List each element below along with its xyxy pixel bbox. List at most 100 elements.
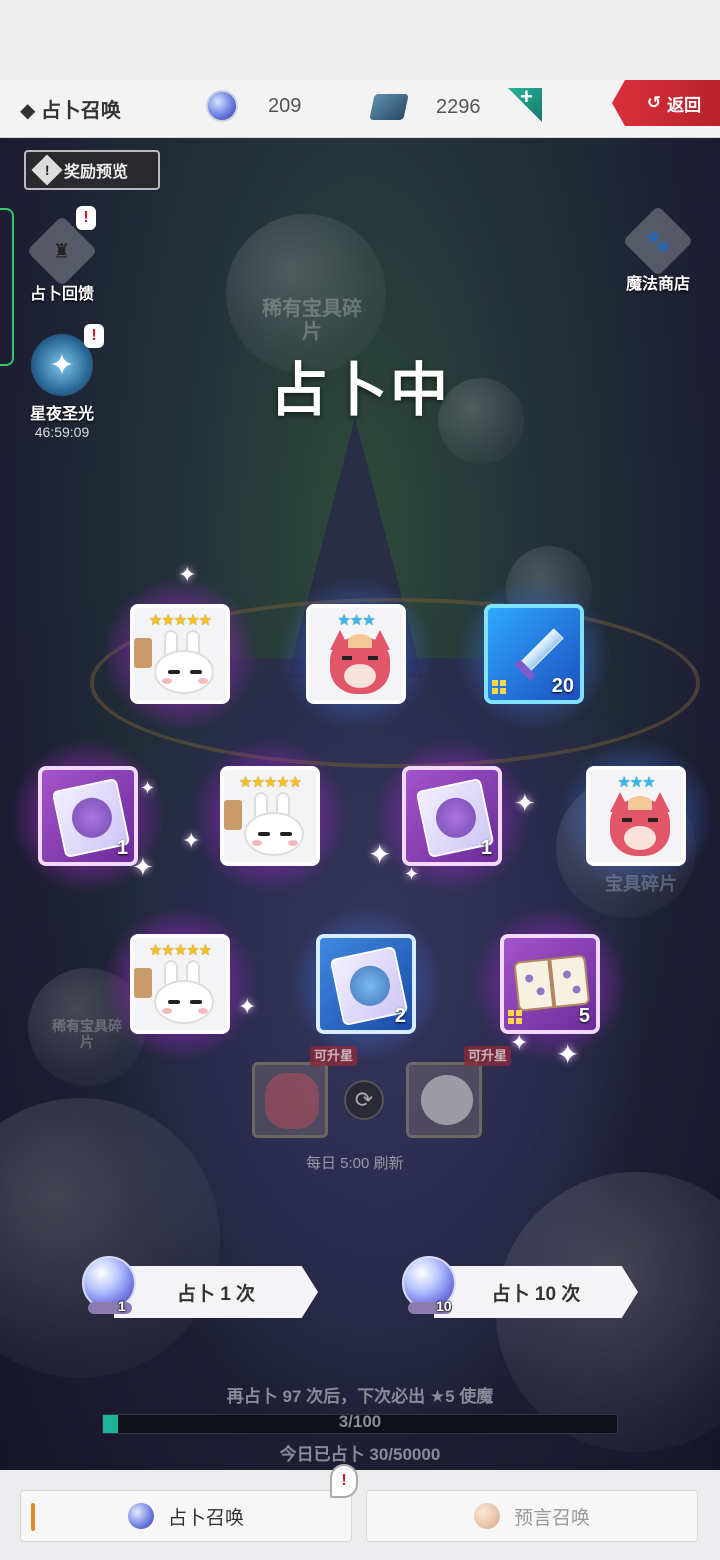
status-bar-area xyxy=(0,0,720,80)
sparkle-icon: ✦ xyxy=(182,828,201,853)
item-quantity: 2 xyxy=(394,1005,406,1027)
star-rating: ★★★★★ xyxy=(238,774,302,791)
draw-once-cost: 1 xyxy=(118,1298,126,1314)
orb-resource: 209 xyxy=(206,90,301,122)
upgrade-star-tag: 可升星 xyxy=(310,1046,358,1066)
card-frame: ★★★★★ xyxy=(220,766,320,866)
tab-prophecy-summon[interactable]: 预言召唤 xyxy=(366,1490,698,1542)
sparkle-icon: ✦ xyxy=(404,864,420,884)
draw-ten-button[interactable]: 占卜 10 次 xyxy=(434,1266,638,1318)
orb-count: 209 xyxy=(268,94,302,117)
tab-divination-summon[interactable]: 占卜召唤 xyxy=(20,1490,352,1542)
card-frame: ★★★★★ xyxy=(130,934,230,1034)
draw-ten-cost: 10 xyxy=(436,1298,452,1314)
tab-label: 预言召唤 xyxy=(513,1507,590,1529)
gem-resource: 2296 xyxy=(369,94,481,120)
sparkle-icon: ✦ xyxy=(132,852,154,882)
refresh-time-text: 每日 5:00 刷新 xyxy=(306,1155,404,1172)
item-quantity: 5 xyxy=(578,1005,590,1027)
alert-badge: ! xyxy=(76,206,96,230)
top-bar: ◆ 占卜召唤 209 2296 xyxy=(0,80,720,138)
card-frame: 5 xyxy=(500,934,600,1034)
star-rating: ★★★ xyxy=(337,612,375,629)
crystal-orb-icon xyxy=(127,1503,154,1529)
star-rating: ★★★ xyxy=(617,774,655,791)
refresh-icon[interactable]: ⟳ xyxy=(344,1080,384,1120)
fox-portrait xyxy=(265,1073,319,1129)
rare-fragment-ghost-label: 稀有宝具碎片 xyxy=(262,298,362,343)
draw-once-label: 占卜 1 次 xyxy=(176,1283,256,1305)
divining-status: 占卜中 xyxy=(270,358,451,423)
card-frame: ★★★ xyxy=(306,604,406,704)
reward-preview-button[interactable]: ! 奖励预览 xyxy=(24,150,160,190)
draw-ten-label: 占卜 10 次 xyxy=(491,1283,581,1305)
active-tab-indicator xyxy=(31,1503,35,1531)
sparkle-icon: ✦ xyxy=(556,1039,580,1070)
page-title: ◆ 占卜召唤 xyxy=(20,100,121,122)
result-card[interactable]: ★★★★★ xyxy=(194,740,346,892)
item-quantity: 20 xyxy=(551,675,574,697)
result-card[interactable]: 1 xyxy=(12,740,164,892)
fox-portrait xyxy=(324,630,396,698)
paw-icon: 🐾 xyxy=(622,205,694,277)
background-bubble xyxy=(438,378,524,464)
star-rating: ★★★★★ xyxy=(148,612,212,629)
bottom-tab-bar: 占卜召唤 ! 预言召唤 xyxy=(0,1464,720,1560)
result-card[interactable]: 20 xyxy=(458,578,610,730)
card-frame: ★★★★★ xyxy=(130,604,230,704)
pity-progress-label: 3/100 xyxy=(338,1412,382,1431)
plus-icon[interactable]: + xyxy=(520,84,533,110)
result-card[interactable]: ★★★ xyxy=(560,740,712,892)
starry-night-label: 星夜圣光 xyxy=(29,406,94,423)
crystal-orb-icon xyxy=(206,90,238,122)
alert-badge: ! xyxy=(330,1464,358,1498)
item-quantity: 1 xyxy=(116,837,128,859)
rare-fragment-small-ghost-label: 稀有宝具碎片 xyxy=(52,1018,122,1051)
item-quantity: 1 xyxy=(480,837,492,859)
sparkle-icon: ✦ xyxy=(140,778,156,798)
gem-count: 2296 xyxy=(436,95,481,118)
result-card[interactable]: 5 xyxy=(474,908,626,1060)
card-frame: 20 xyxy=(484,604,584,704)
star-rating: ★★★★★ xyxy=(148,942,212,959)
reward-preview-label: 奖励预览 xyxy=(64,164,129,181)
card-frame: 2 xyxy=(316,934,416,1034)
result-card[interactable]: 1 xyxy=(376,740,528,892)
bunny-portrait xyxy=(421,1075,473,1125)
info-diamond-icon: ! xyxy=(31,154,63,186)
sparkle-icon: ✦ xyxy=(514,788,536,818)
result-card[interactable]: ★★★ xyxy=(280,578,432,730)
upgrade-slot[interactable] xyxy=(406,1062,482,1138)
sparkle-icon: ✦ xyxy=(178,562,197,587)
bunny-portrait xyxy=(150,630,216,694)
draw-once-button[interactable]: 占卜 1 次 xyxy=(114,1266,318,1318)
side-panel-edge[interactable] xyxy=(0,208,14,366)
card-frame: 1 xyxy=(38,766,138,866)
fox-portrait xyxy=(604,792,676,860)
card-frame: 1 xyxy=(402,766,502,866)
sparkle-icon: ✦ xyxy=(368,839,392,870)
daily-count-text: 今日已占卜 30/50000 xyxy=(279,1445,441,1464)
result-card[interactable]: ★★★★★ xyxy=(104,578,256,730)
tab-label: 占卜召唤 xyxy=(167,1507,244,1529)
starry-night-button[interactable]: ✦ 星夜圣光 46:59:09 xyxy=(14,334,110,440)
return-arrow-icon: ↺ xyxy=(646,93,662,112)
gem-icon xyxy=(369,94,409,120)
summon-scene: 稀有宝具碎片 宝具碎片 稀有宝具碎片 ! 奖励预览 ♜ 占卜回馈 ! ✦ 星夜圣… xyxy=(0,138,720,1470)
sparkle-icon: ✦ xyxy=(510,1030,529,1055)
fragment-mark-icon xyxy=(508,1010,522,1024)
starry-night-timer: 46:59:09 xyxy=(34,424,90,440)
magic-shop-button[interactable]: 🐾 魔法商店 xyxy=(616,205,700,294)
back-button[interactable]: ↺ 返回 xyxy=(612,80,720,126)
back-label: 返回 xyxy=(667,95,702,115)
fragment-mark-icon xyxy=(492,680,506,694)
divination-feedback-button[interactable]: ♜ 占卜回馈 xyxy=(22,215,102,304)
prophecy-orb-icon xyxy=(473,1503,500,1529)
upgrade-slot[interactable] xyxy=(252,1062,328,1138)
result-card[interactable]: ★★★★★ xyxy=(104,908,256,1060)
alert-badge: ! xyxy=(84,324,104,348)
bunny-portrait xyxy=(240,792,306,856)
upgrade-star-tag: 可升星 xyxy=(464,1046,512,1066)
bunny-portrait xyxy=(150,960,216,1024)
result-card[interactable]: 2 xyxy=(290,908,442,1060)
